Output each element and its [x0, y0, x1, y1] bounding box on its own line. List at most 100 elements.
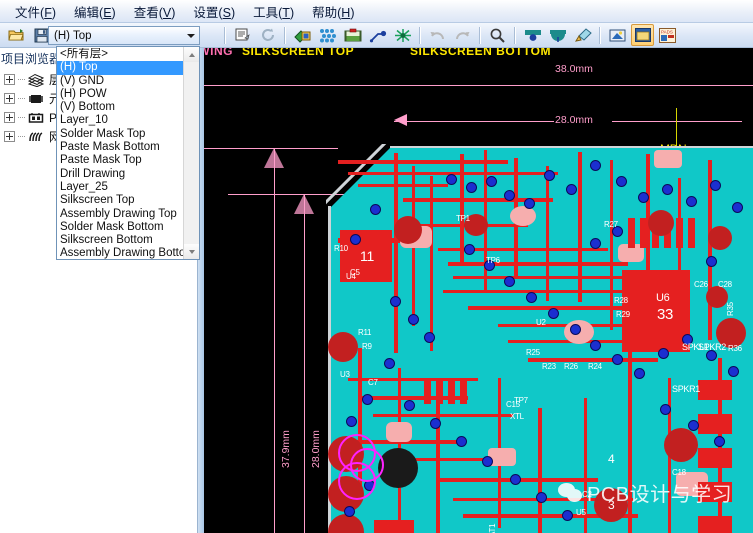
- pads-icon[interactable]: PADS: [656, 24, 679, 46]
- expand-plus-icon[interactable]: [4, 112, 15, 123]
- layer-option-drill-drawing[interactable]: Drill Drawing: [57, 168, 183, 181]
- designator-11: 11: [360, 248, 374, 264]
- export-icon[interactable]: [606, 24, 629, 46]
- flood-fill-icon[interactable]: [391, 24, 414, 46]
- menu-help-mnemonic: H: [341, 5, 351, 20]
- layer-option-gnd[interactable]: (V) GND: [57, 75, 183, 88]
- properties-icon[interactable]: [231, 24, 254, 46]
- designator-tp6: TP6: [486, 256, 500, 265]
- menu-item-view[interactable]: 查看(V): [125, 0, 185, 23]
- triangle-down-icon[interactable]: [184, 244, 199, 259]
- wechat-icon: [558, 482, 584, 504]
- pcb-canvas-content: DRILL DRAWING SILKSCREEN TOP SILKSCREEN …: [198, 48, 753, 533]
- menu-view-label: 查看: [133, 5, 159, 20]
- zoom-icon[interactable]: [486, 24, 509, 46]
- board-chamfer-edge: [326, 144, 396, 214]
- designator-r29: R29: [616, 310, 630, 319]
- chevron-down-icon[interactable]: [182, 27, 199, 44]
- layer-display-icon[interactable]: [291, 24, 314, 46]
- redo-icon[interactable]: [451, 24, 474, 46]
- designator-r10: R10: [334, 244, 348, 253]
- designator-r24: R24: [588, 362, 602, 371]
- layer-option-paste-mask-top[interactable]: Paste Mask Top: [57, 154, 183, 167]
- tree-connector: [18, 116, 25, 119]
- dimension-extension-line: [304, 194, 305, 533]
- layer-option-solder-mask-bottom[interactable]: Solder Mask Bottom: [57, 221, 183, 234]
- undo-icon[interactable]: [426, 24, 449, 46]
- designator-c28: C28: [718, 280, 732, 289]
- chip-icon: [27, 91, 45, 107]
- dropdown-scrollbar[interactable]: [183, 47, 199, 259]
- clean-brush-icon[interactable]: [571, 24, 594, 46]
- watermark: PCB设计与学习: [558, 478, 732, 507]
- layer-select-combo[interactable]: (H) Top: [48, 26, 200, 45]
- dimension-38mm-horizontal: 38.0mm: [555, 63, 593, 75]
- layer-option-assembly-drawing-bottom[interactable]: Assembly Drawing Botto: [57, 247, 183, 259]
- measure-icon[interactable]: [521, 24, 544, 46]
- layer-option-solder-mask-top[interactable]: Solder Mask Top: [57, 128, 183, 141]
- pcb-canvas[interactable]: DRILL DRAWING SILKSCREEN TOP SILKSCREEN …: [198, 48, 753, 533]
- layer-option-layer25[interactable]: Layer_25: [57, 181, 183, 194]
- silk-label-silkscreen-top: SILKSCREEN TOP: [242, 48, 355, 58]
- layer-option-bottom[interactable]: (V) Bottom: [57, 101, 183, 114]
- designator-r36: R36: [728, 344, 742, 353]
- menu-bar: 文件(F) 编辑(E) 查看(V) 设置(S) 工具(T) 帮助(H): [0, 0, 753, 23]
- menu-help-label: 帮助: [312, 5, 338, 20]
- layer-option-all[interactable]: <所有层>: [57, 48, 183, 61]
- expand-plus-icon[interactable]: [4, 74, 15, 85]
- refresh-icon[interactable]: [256, 24, 279, 46]
- menu-item-help[interactable]: 帮助(H): [303, 0, 363, 23]
- designator-u6: U6: [656, 292, 670, 304]
- layer-option-pow[interactable]: (H) POW: [57, 88, 183, 101]
- designator-r27: R27: [604, 220, 618, 229]
- toolbar-separator: [224, 26, 226, 44]
- selection-highlight: [350, 448, 384, 482]
- layer-dropdown-list[interactable]: <所有层> (H) Top (V) GND (H) POW (V) Bottom…: [56, 46, 200, 260]
- designator-tp7: TP7: [514, 396, 528, 405]
- nets-icon: [27, 129, 45, 145]
- layer-option-assembly-drawing-top[interactable]: Assembly Drawing Top: [57, 208, 183, 221]
- menu-item-file[interactable]: 文件(F): [6, 0, 65, 23]
- layer-option-top[interactable]: (H) Top: [57, 61, 183, 75]
- designator-c18: C18: [672, 468, 686, 477]
- designator-r28: R28: [614, 296, 628, 305]
- dimension-extension-line: [274, 148, 275, 533]
- tree-connector: [18, 135, 25, 138]
- component-place-icon[interactable]: [341, 24, 364, 46]
- menu-item-tools[interactable]: 工具(T): [244, 0, 303, 23]
- designator-u4: U4: [346, 272, 356, 281]
- menu-view-mnemonic: V: [162, 5, 172, 20]
- designator-xtl: XTL: [510, 412, 524, 421]
- layer-option-layer10[interactable]: Layer_10: [57, 114, 183, 127]
- designator-tp1: TP1: [456, 214, 470, 223]
- open-folder-icon[interactable]: [5, 24, 28, 46]
- menu-settings-label: 设置: [193, 5, 219, 20]
- menu-tools-mnemonic: T: [282, 5, 290, 20]
- route-icon[interactable]: [366, 24, 389, 46]
- menu-edit-mnemonic: E: [103, 5, 112, 20]
- toolbar-separator: [514, 26, 516, 44]
- designator-r25: R25: [526, 348, 540, 357]
- layer-dropdown-items: <所有层> (H) Top (V) GND (H) POW (V) Bottom…: [57, 47, 183, 259]
- menu-item-edit[interactable]: 编辑(E): [65, 0, 125, 23]
- view-window-icon[interactable]: [631, 24, 654, 46]
- designator-u6-value: 33: [657, 306, 674, 323]
- layer-option-silkscreen-top[interactable]: Silkscreen Top: [57, 194, 183, 207]
- expand-plus-icon[interactable]: [4, 131, 15, 142]
- dimension-extension-line: [198, 85, 753, 86]
- designator-bat1: BAT1: [488, 523, 497, 533]
- layer-option-silkscreen-bottom[interactable]: Silkscreen Bottom: [57, 234, 183, 247]
- menu-item-settings[interactable]: 设置(S): [184, 0, 244, 23]
- layer-select-value: (H) Top: [54, 29, 92, 42]
- toolbar-separator: [284, 26, 286, 44]
- nets-icon[interactable]: [316, 24, 339, 46]
- dimension-line: [612, 121, 742, 122]
- toolbar-separator: [479, 26, 481, 44]
- menu-tools-label: 工具: [253, 5, 279, 20]
- triangle-up-icon[interactable]: [184, 47, 199, 62]
- designator-r35: R35: [726, 302, 735, 316]
- expand-plus-icon[interactable]: [4, 93, 15, 104]
- toolbar-separator: [599, 26, 601, 44]
- layer-option-paste-mask-bottom[interactable]: Paste Mask Bottom: [57, 141, 183, 154]
- pour-icon[interactable]: [546, 24, 569, 46]
